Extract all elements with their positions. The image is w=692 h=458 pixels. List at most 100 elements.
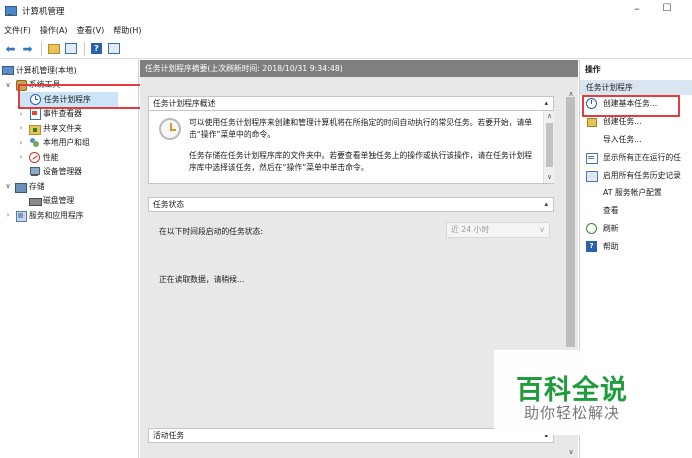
action-import-task[interactable]: 导入任务... <box>580 131 692 149</box>
tree-item-device-manager[interactable]: 设备管理器 <box>0 165 138 180</box>
active-tasks-title: 活动任务 <box>153 431 185 440</box>
chevron-right-icon[interactable]: › <box>17 110 25 118</box>
minimize-button[interactable]: – <box>622 3 652 17</box>
toolbar-divider <box>41 41 42 56</box>
event-log-icon <box>29 108 41 121</box>
computer-icon <box>2 65 14 76</box>
scroll-thumb[interactable] <box>566 97 575 347</box>
task-history-icon <box>586 170 598 182</box>
watermark: 百科全说 助你轻松解决 <box>494 350 650 435</box>
chevron-down-icon[interactable]: ∨ <box>4 81 12 89</box>
scroll-thumb[interactable] <box>546 123 553 167</box>
overview-paragraph-1: 可以使用任务计划程序来创建和管理计算机将在所指定的时间自动执行的常见任务。若要开… <box>189 118 533 139</box>
action-label: 显示所有正在运行的任 <box>603 152 681 162</box>
blank-icon <box>586 187 597 198</box>
overview-section-body: 可以使用任务计划程序来创建和管理计算机将在所指定的时间自动执行的常见任务。若要开… <box>148 111 554 184</box>
blank-icon <box>586 205 597 216</box>
chevron-right-icon[interactable]: › <box>17 124 25 132</box>
action-at-service-config[interactable]: AT 服务帐户配置 <box>580 184 692 202</box>
menu-file[interactable]: 文件(F) <box>4 25 31 36</box>
up-folder-icon[interactable] <box>46 41 61 56</box>
tree-item-label: 存储 <box>29 181 45 191</box>
action-label: 启用所有任务历史记录 <box>603 170 681 180</box>
scroll-up-icon[interactable]: ∧ <box>544 111 555 121</box>
title-bar: 计算机管理 – ☐ <box>0 0 692 22</box>
toolbar: ⬅ ➡ ? <box>0 39 692 59</box>
action-enable-task-history[interactable]: 启用所有任务历史记录 <box>580 166 692 184</box>
tree-item-performance[interactable]: › 性能 <box>0 150 138 165</box>
chevron-down-icon: ∨ <box>539 225 545 234</box>
device-manager-icon <box>29 166 40 177</box>
running-tasks-icon <box>586 152 598 164</box>
action-label: 导入任务... <box>603 134 642 144</box>
disk-icon <box>29 195 42 207</box>
computer-management-icon <box>5 5 17 17</box>
window-title: 计算机管理 <box>22 7 65 17</box>
help-icon: ? <box>586 240 597 252</box>
show-hide-tree-icon[interactable] <box>63 41 78 56</box>
highlight-box-create-basic-task <box>582 95 680 117</box>
overview-section-title: 任务计划程序概述 <box>153 99 216 108</box>
chevron-down-icon[interactable]: ∨ <box>4 182 12 190</box>
action-help[interactable]: ? 帮助 <box>580 237 692 255</box>
actions-header: 操作 <box>585 65 601 74</box>
menu-view[interactable]: 查看(V) <box>77 25 105 36</box>
refresh-icon <box>586 222 597 234</box>
tree-item-label: 计算机管理(本地) <box>16 65 77 75</box>
overview-section-header[interactable]: 任务计划程序概述 ▴ <box>148 96 554 111</box>
tree-item-local-users[interactable]: › 本地用户和组 <box>0 136 138 151</box>
action-label: 查看 <box>603 206 619 216</box>
status-section-title: 任务状态 <box>153 200 185 209</box>
scroll-down-icon[interactable]: ∨ <box>544 172 555 182</box>
tree-item-shared-folders[interactable]: › 共享文件夹 <box>0 121 138 136</box>
summary-header: 任务计划程序摘要(上次刷新时间: 2018/10/31 9:34:48) <box>140 60 578 77</box>
tree-item-label: 事件查看器 <box>43 109 82 119</box>
tree-item-label: 本地用户和组 <box>43 138 90 148</box>
action-label: AT 服务帐户配置 <box>603 188 662 198</box>
forward-arrow-icon[interactable]: ➡ <box>20 41 35 56</box>
back-arrow-icon[interactable]: ⬅ <box>3 41 18 56</box>
highlight-box-task-scheduler <box>18 84 142 109</box>
console-tree: 计算机管理(本地) ∨ 系统工具 任务计划程序 › 事件查看器 › 共享文件夹 … <box>0 60 139 458</box>
performance-icon <box>29 151 40 163</box>
status-period-value: 近 24 小时 <box>451 225 490 234</box>
actions-group-header[interactable]: 任务计划程序 <box>580 80 692 95</box>
loading-text: 正在读取数据，请稍候... <box>159 275 245 284</box>
overview-paragraph-2: 任务存储在任务计划程序库的文件夹中。若要查看单独任务上的操作或执行该操作，请在任… <box>189 151 533 172</box>
tree-item-label: 服务和应用程序 <box>29 210 84 220</box>
action-show-running-tasks[interactable]: 显示所有正在运行的任 <box>580 148 692 166</box>
collapse-icon[interactable]: ▴ <box>544 97 548 110</box>
status-period-label: 在以下时间段启动的任务状态: <box>159 227 263 236</box>
tree-item-label: 性能 <box>43 152 59 162</box>
services-icon <box>15 210 27 222</box>
task-scheduler-clock-icon <box>159 118 181 140</box>
action-label: 创建任务... <box>603 117 642 127</box>
toolbar-divider <box>84 41 85 56</box>
tree-item-services-apps[interactable]: › 服务和应用程序 <box>0 208 138 223</box>
chevron-right-icon[interactable]: › <box>4 211 12 219</box>
status-section-header[interactable]: 任务状态 ▴ <box>148 197 554 212</box>
shared-folder-icon <box>29 123 41 135</box>
menu-help[interactable]: 帮助(H) <box>113 25 141 36</box>
chevron-right-icon[interactable]: › <box>17 139 25 147</box>
scroll-down-icon[interactable]: ∨ <box>564 447 578 457</box>
tree-item-computer-management[interactable]: 计算机管理(本地) <box>0 63 138 78</box>
storage-icon <box>15 181 27 193</box>
action-refresh[interactable]: 刷新 <box>580 220 692 238</box>
collapse-icon[interactable]: ▴ <box>544 198 548 211</box>
action-view[interactable]: 查看 <box>580 202 692 220</box>
users-icon <box>29 137 40 148</box>
status-period-select[interactable]: 近 24 小时 ∨ <box>446 222 550 238</box>
maximize-button[interactable]: ☐ <box>652 3 682 17</box>
create-task-icon <box>586 116 597 128</box>
chevron-right-icon[interactable]: › <box>17 153 25 161</box>
tree-item-storage[interactable]: ∨ 存储 <box>0 179 138 194</box>
tree-item-label: 设备管理器 <box>43 167 82 177</box>
blank-icon <box>586 134 597 145</box>
menu-action[interactable]: 操作(A) <box>40 25 68 36</box>
watermark-sub-text: 助你轻松解决 <box>524 404 621 422</box>
show-hide-action-pane-icon[interactable] <box>106 41 121 56</box>
tree-item-disk-management[interactable]: 磁盘管理 <box>0 194 138 209</box>
help-icon[interactable]: ? <box>89 41 104 56</box>
overview-scrollbar[interactable]: ∧ ∨ <box>543 111 554 183</box>
